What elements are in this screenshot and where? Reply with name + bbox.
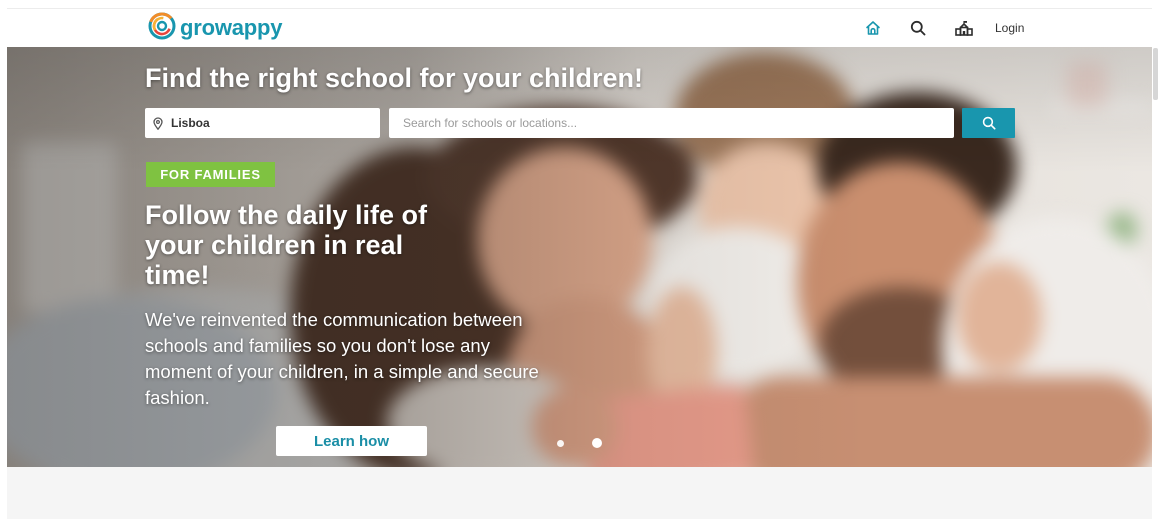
home-icon[interactable] [864,19,882,37]
search-icon[interactable] [909,19,927,37]
search-icon [982,116,996,130]
scrollbar-thumb[interactable] [1153,48,1158,100]
map-pin-icon [153,116,163,130]
location-input[interactable] [169,115,369,131]
hero-content: Find the right school for your children!… [7,47,1152,467]
hero-banner: Find the right school for your children!… [7,47,1152,467]
audience-badge: FOR FAMILIES [146,162,275,187]
carousel-dot[interactable] [557,439,564,447]
location-field[interactable] [145,108,380,138]
growappy-logo-icon [148,12,176,45]
carousel-dots [557,438,602,448]
login-link[interactable]: Login [995,21,1024,35]
school-icon[interactable] [955,19,973,37]
carousel-dot[interactable] [592,438,602,448]
site-header: growappy Login [7,8,1152,47]
learn-how-button[interactable]: Learn how [276,426,427,456]
hero-headline: Follow the daily life of your children i… [145,200,428,290]
hero-description: We've reinvented the communication betwe… [145,309,539,408]
hero-title: Find the right school for your children! [145,63,643,93]
page-section-below-hero [7,467,1152,519]
search-button[interactable] [962,108,1015,138]
search-input[interactable] [389,108,954,138]
logo-text: growappy [180,15,283,40]
logo[interactable]: growappy [148,12,283,45]
